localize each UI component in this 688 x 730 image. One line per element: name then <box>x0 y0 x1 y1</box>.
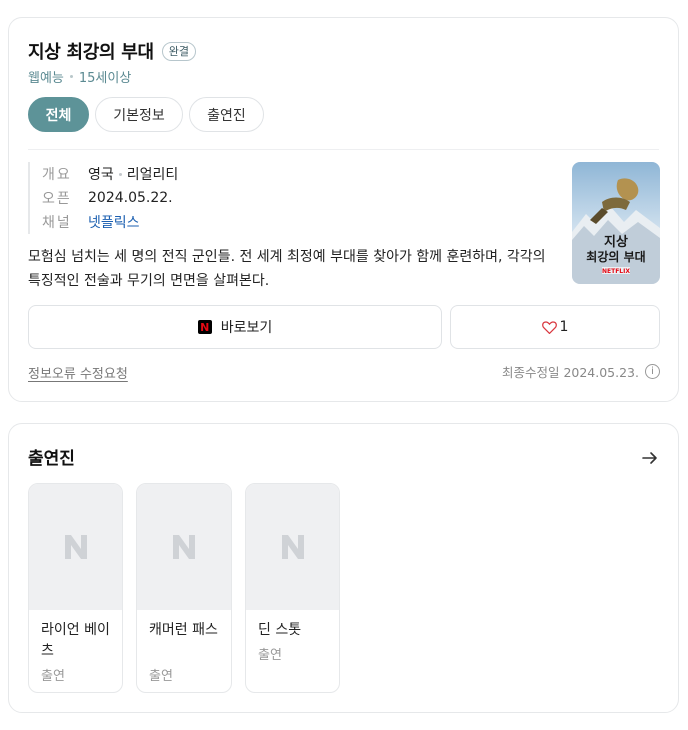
cast-section-title: 출연진 <box>28 449 75 469</box>
cast-name: 라이언 베이츠 <box>41 622 110 659</box>
program-meta: 웹예능 15세이상 <box>28 67 131 86</box>
like-count: 1 <box>559 319 569 335</box>
info-icon[interactable]: i <box>645 364 660 379</box>
separator-dot <box>118 172 122 176</box>
last-updated-text: 최종수정일 2024.05.23. <box>501 365 639 380</box>
info-row-channel: 채널 넷플릭스 <box>42 210 178 234</box>
placeholder-n-icon <box>246 484 339 610</box>
program-title: 지상 최강의 부대 <box>28 42 154 63</box>
cast-role: 출연 <box>258 648 282 663</box>
cast-card-section: 출연진 라이언 베이츠 출연 캐머런 패스 출연 딘 스톳 출연 <box>8 423 679 713</box>
cast-role: 출연 <box>41 669 65 684</box>
placeholder-n-icon <box>29 484 122 610</box>
info-row-overview: 개요 영국 리얼리티 <box>42 162 178 186</box>
poster-brand: NETFLIX <box>602 268 630 275</box>
info-key-channel: 채널 <box>42 215 72 231</box>
tab-all[interactable]: 전체 <box>28 97 89 132</box>
poster-title-line1: 지상 <box>604 235 628 250</box>
arrow-right-icon[interactable] <box>640 448 660 468</box>
info-key-overview: 개요 <box>42 167 72 183</box>
report-error-link[interactable]: 정보오류 수정요청 <box>28 363 128 382</box>
cast-role: 출연 <box>149 669 173 684</box>
cast-name: 캐머런 패스 <box>149 622 218 638</box>
tab-basic-info[interactable]: 기본정보 <box>95 97 183 132</box>
title-row: 지상 최강의 부대 완결 <box>28 38 197 64</box>
info-key-open: 오픈 <box>42 191 72 207</box>
status-badge: 완결 <box>161 41 197 61</box>
info-list: 개요 영국 리얼리티 오픈 2024.05.22. 채널 넷플릭스 <box>28 162 178 234</box>
separator-dot <box>69 75 73 78</box>
age-rating: 15세이상 <box>78 71 132 86</box>
placeholder-n-icon <box>137 484 231 610</box>
poster-image[interactable]: 지상 최강의 부대 NETFLIX <box>572 162 660 284</box>
last-updated: 최종수정일 2024.05.23. i <box>502 362 660 381</box>
netflix-icon: N <box>197 320 212 334</box>
genre: 리얼리티 <box>126 167 179 183</box>
cast-list: 라이언 베이츠 출연 캐머런 패스 출연 딘 스톳 출연 <box>28 483 340 693</box>
poster-art: 지상 최강의 부대 NETFLIX <box>572 162 660 284</box>
program-info-card: 지상 최강의 부대 완결 웹예능 15세이상 전체 기본정보 출연진 개요 영국… <box>8 17 679 402</box>
tab-cast[interactable]: 출연진 <box>189 97 264 132</box>
program-description: 모험심 넘치는 세 명의 전직 군인들. 전 세계 최정예 부대를 찾아가 함께… <box>28 249 546 289</box>
cast-member-card[interactable]: 캐머런 패스 출연 <box>136 483 232 693</box>
divider <box>28 149 659 150</box>
info-value-overview: 영국 리얼리티 <box>88 164 178 184</box>
cast-name: 딘 스톳 <box>258 622 302 638</box>
channel-link[interactable]: 넷플릭스 <box>88 212 140 232</box>
like-button[interactable]: 1 <box>450 305 660 349</box>
watch-button[interactable]: N 바로보기 <box>28 305 442 349</box>
tab-bar: 전체 기본정보 출연진 <box>28 97 264 132</box>
watch-label: 바로보기 <box>220 320 273 336</box>
poster-title-line2: 최강의 부대 <box>586 249 645 264</box>
open-date: 2024.05.22. <box>88 190 173 206</box>
info-row-open: 오픈 2024.05.22. <box>42 186 178 210</box>
country: 영국 <box>88 167 114 183</box>
heart-icon <box>541 320 557 334</box>
cast-member-card[interactable]: 라이언 베이츠 출연 <box>28 483 123 693</box>
cast-member-card[interactable]: 딘 스톳 출연 <box>245 483 340 693</box>
program-type: 웹예능 <box>28 71 64 86</box>
